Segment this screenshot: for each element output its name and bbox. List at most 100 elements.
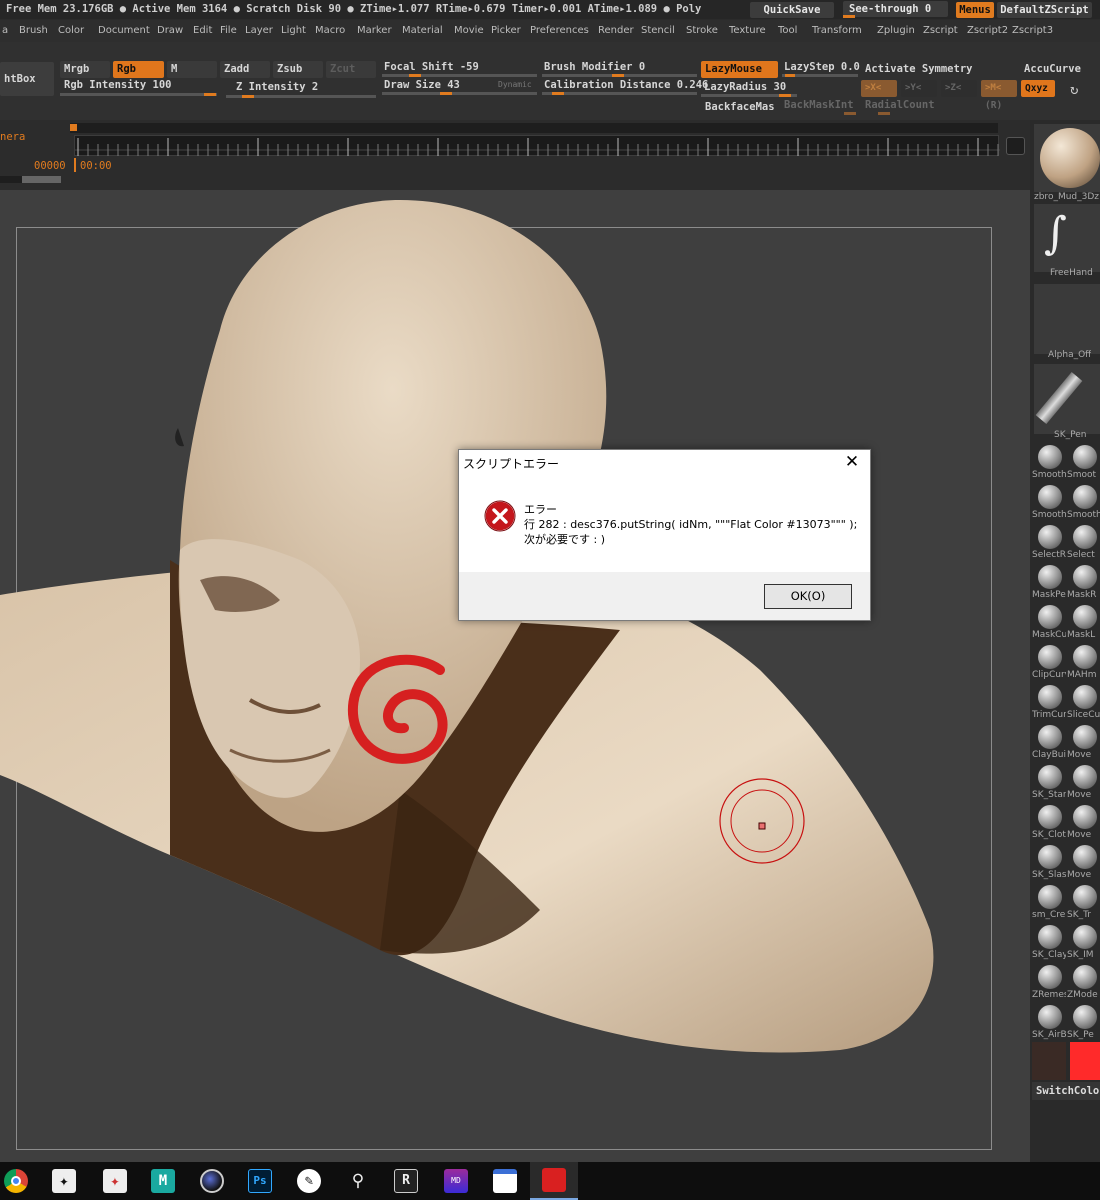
zoom-handle[interactable] — [22, 176, 61, 183]
focal-shift-slider[interactable]: Focal Shift -59 — [384, 61, 479, 73]
rgb-intensity-slider[interactable]: Rgb Intensity 100 — [64, 79, 171, 91]
menu-item-macro[interactable]: Macro — [315, 25, 345, 36]
menu-item-zscript3[interactable]: Zscript3 — [1012, 25, 1053, 36]
brush-palette-item[interactable]: ZRemest — [1032, 962, 1066, 1002]
focal-shift-knob[interactable] — [409, 74, 421, 77]
draw-size-knob[interactable] — [440, 92, 452, 95]
menu-item-alpha[interactable]: a — [2, 25, 8, 36]
z-intensity-slider[interactable]: Z Intensity 2 — [236, 81, 318, 93]
brush-palette-item[interactable]: SK_Clay — [1032, 922, 1066, 962]
menu-item-marker[interactable]: Marker — [357, 25, 392, 36]
timeline-end-button[interactable] — [1006, 137, 1025, 155]
menu-item-file[interactable]: File — [220, 25, 237, 36]
dialog-close-button[interactable]: ✕ — [842, 452, 862, 472]
brush-palette-item[interactable]: Smooth — [1067, 482, 1100, 522]
alpha-slot[interactable] — [1034, 284, 1100, 354]
marvelous-icon[interactable]: MD — [444, 1169, 468, 1193]
brush-palette-item[interactable]: MAHm — [1067, 642, 1100, 682]
zsub-button[interactable]: Zsub — [273, 61, 323, 78]
menus-button[interactable]: Menus — [956, 2, 994, 18]
brush-palette-item[interactable]: Move — [1067, 802, 1100, 842]
menu-item-edit[interactable]: Edit — [193, 25, 212, 36]
brush-palette-item[interactable]: SK_Star — [1032, 762, 1066, 802]
brush-palette-item[interactable]: SK_Slas — [1032, 842, 1066, 882]
ok-button[interactable]: OK(O) — [764, 584, 852, 609]
dynamic-toggle[interactable]: Dynamic — [498, 80, 532, 89]
menu-item-material[interactable]: Material — [402, 25, 443, 36]
timeline-track[interactable] — [74, 135, 1000, 156]
brush-palette-item[interactable]: TrimCur — [1032, 682, 1066, 722]
lazyradius-knob[interactable] — [779, 94, 791, 97]
brush-palette-item[interactable]: SelectRe — [1032, 522, 1066, 562]
brush-palette-item[interactable]: Smooth — [1032, 482, 1066, 522]
brush-palette-item[interactable]: SmoothD — [1032, 442, 1066, 482]
sculpt-model-viewport[interactable] — [0, 190, 1030, 1162]
zbrush-core-icon[interactable]: ✦ — [103, 1169, 127, 1193]
playhead[interactable] — [74, 158, 76, 172]
symmetry-x-button[interactable]: >X< — [861, 80, 897, 97]
calibration-distance-knob[interactable] — [552, 92, 564, 95]
radial-r-button[interactable]: (R) — [985, 100, 1002, 111]
lazyradius-slider[interactable]: LazyRadius 30 — [704, 81, 786, 93]
lightbox-button[interactable]: htBox — [0, 62, 54, 96]
symmetry-y-button[interactable]: >Y< — [901, 80, 937, 97]
z-intensity-knob[interactable] — [242, 95, 254, 98]
brush-palette-item[interactable]: Smoot — [1067, 442, 1100, 482]
see-through-knob[interactable] — [843, 15, 855, 18]
stroke-slot[interactable]: ∫ — [1034, 204, 1100, 272]
activate-symmetry-button[interactable]: Activate Symmetry — [865, 63, 972, 75]
menu-item-zscript2[interactable]: Zscript2 — [967, 25, 1008, 36]
brush-palette-item[interactable]: Move — [1067, 722, 1100, 762]
menu-item-tool[interactable]: Tool — [778, 25, 797, 36]
brush-palette-item[interactable]: sm_Cre — [1032, 882, 1066, 922]
brush-modifier-slider[interactable]: Brush Modifier 0 — [544, 61, 645, 73]
chrome-icon[interactable] — [4, 1169, 28, 1193]
accucurve-button[interactable]: AccuCurve — [1024, 63, 1081, 75]
timeline-key-marker[interactable] — [70, 124, 77, 131]
brush-palette-item[interactable]: Move — [1067, 762, 1100, 802]
draw-size-slider[interactable]: Draw Size 43 — [384, 79, 460, 91]
brush-palette-item[interactable]: ClayBuild — [1032, 722, 1066, 762]
symmetry-z-button[interactable]: >Z< — [941, 80, 977, 97]
menu-item-zplugin[interactable]: Zplugin — [877, 25, 915, 36]
secondary-color-swatch[interactable] — [1032, 1042, 1066, 1080]
default-zscript-button[interactable]: DefaultZScript — [997, 2, 1092, 18]
menu-item-light[interactable]: Light — [281, 25, 306, 36]
lazymouse-button[interactable]: LazyMouse — [701, 61, 778, 78]
clip-studio-icon[interactable]: ✎ — [297, 1169, 321, 1193]
rgb-intensity-knob[interactable] — [204, 93, 216, 96]
cinema4d-icon[interactable] — [200, 1169, 224, 1193]
calibration-distance-slider[interactable]: Calibration Distance 0.246 — [544, 79, 708, 91]
brush-modifier-knob[interactable] — [612, 74, 624, 77]
menu-item-texture[interactable]: Texture — [729, 25, 766, 36]
zcut-button[interactable]: Zcut — [326, 61, 376, 78]
brush-palette-item[interactable]: Move — [1067, 842, 1100, 882]
brush-palette-item[interactable]: MaskPer — [1032, 562, 1066, 602]
symmetry-m-button[interactable]: >M< — [981, 80, 1017, 97]
brush-palette-item[interactable]: ClipCurv — [1032, 642, 1066, 682]
window-icon[interactable] — [493, 1169, 517, 1193]
menu-item-draw[interactable]: Draw — [157, 25, 183, 36]
brush-slot[interactable] — [1034, 364, 1100, 434]
brush-palette-item[interactable]: ZMode — [1067, 962, 1100, 1002]
taskbar-active-app[interactable] — [530, 1162, 578, 1200]
switchcolor-button[interactable]: SwitchColor — [1032, 1082, 1100, 1100]
brush-palette-item[interactable]: SliceCu — [1067, 682, 1100, 722]
menu-item-document[interactable]: Document — [98, 25, 150, 36]
menu-item-stencil[interactable]: Stencil — [641, 25, 675, 36]
brush-palette-item[interactable]: SK_AirB — [1032, 1002, 1066, 1042]
brush-palette-item[interactable]: SK_Clotl — [1032, 802, 1066, 842]
menu-item-color[interactable]: Color — [58, 25, 84, 36]
backfacemask-button[interactable]: BackfaceMas — [701, 99, 779, 116]
rgb-button[interactable]: Rgb — [113, 61, 164, 78]
menu-item-stroke[interactable]: Stroke — [686, 25, 718, 36]
zadd-button[interactable]: Zadd — [220, 61, 270, 78]
search-app-icon[interactable]: ⚲ — [346, 1169, 370, 1193]
quicksave-button[interactable]: QuickSave — [750, 2, 834, 18]
brush-palette-item[interactable]: MaskCur — [1032, 602, 1066, 642]
rotate-icon[interactable]: ↻ — [1070, 82, 1086, 98]
brush-palette-item[interactable]: MaskR — [1067, 562, 1100, 602]
m-button[interactable]: M — [167, 61, 217, 78]
menu-item-preferences[interactable]: Preferences — [530, 25, 589, 36]
menu-item-render[interactable]: Render — [598, 25, 634, 36]
